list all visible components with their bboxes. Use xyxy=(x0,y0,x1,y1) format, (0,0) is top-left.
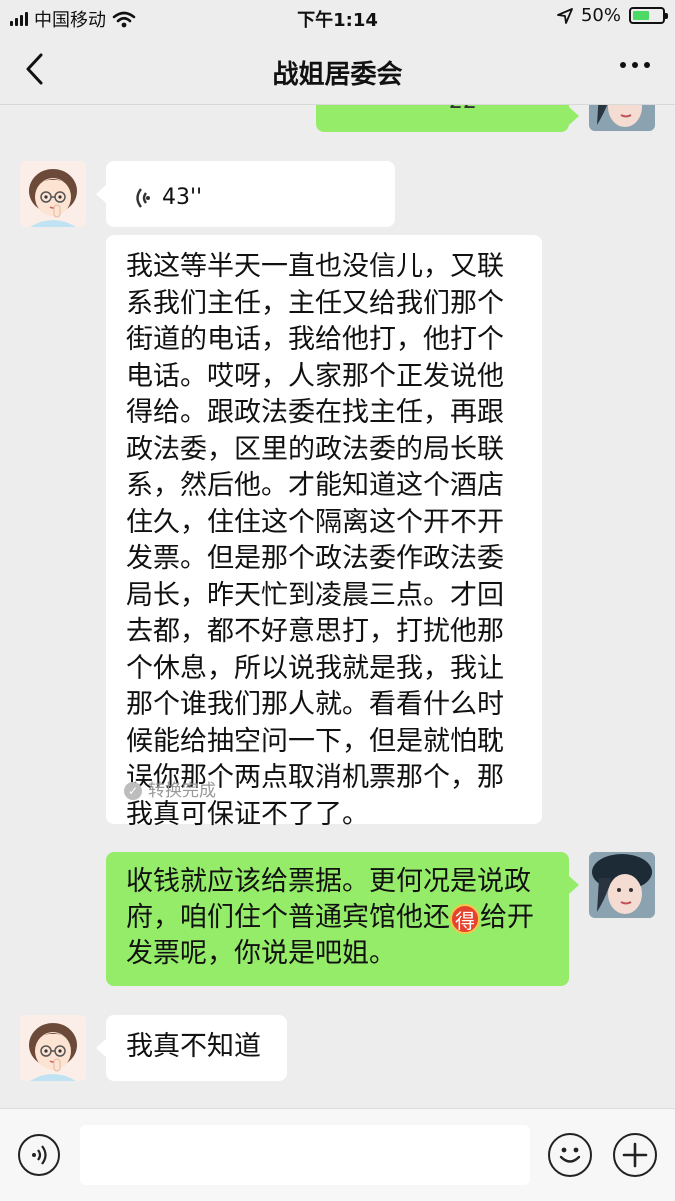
chat-header: 战姐居委会 xyxy=(0,34,675,105)
voice-duration: 22'' xyxy=(449,105,489,121)
transcript-status: ✓ 转换完成 xyxy=(124,772,216,810)
bubble-tail xyxy=(569,876,579,894)
sent-text-bubble[interactable]: 收钱就应该给票据。更何况是说政府，咱们住个普通宾馆他还得给开发票呢，你说是吧姐。 xyxy=(106,852,569,986)
smiley-icon xyxy=(559,1147,581,1163)
message-list: 22'' xyxy=(0,105,675,1108)
received-voice-bubble[interactable]: 43'' xyxy=(106,161,395,227)
sender-avatar[interactable] xyxy=(20,161,86,227)
location-arrow-icon xyxy=(557,7,573,24)
voice-duration: 43'' xyxy=(162,185,203,210)
ellipsis-icon xyxy=(620,62,650,68)
bubble-tail xyxy=(96,185,106,203)
received-message-text: 我真不知道 xyxy=(126,1031,261,1062)
sender-avatar[interactable] xyxy=(20,1015,86,1081)
voice-wave-icon xyxy=(136,188,150,208)
avatar-image xyxy=(20,1015,86,1081)
battery-percent: 50% xyxy=(580,5,621,26)
received-text-bubble[interactable]: 我真不知道 xyxy=(106,1015,287,1081)
more-button[interactable] xyxy=(619,48,651,89)
voice-input-button[interactable] xyxy=(18,1134,60,1176)
avatar-image xyxy=(589,852,655,918)
emoji-button[interactable] xyxy=(548,1133,592,1177)
bubble-tail xyxy=(96,1039,106,1057)
status-bar: 中国移动 下午1:14 50% xyxy=(0,0,675,34)
my-avatar[interactable] xyxy=(589,105,655,131)
plus-icon xyxy=(622,1142,648,1168)
transcript-status-label: 转换完成 xyxy=(148,781,216,801)
check-circle-icon: ✓ xyxy=(124,782,142,800)
status-right: 50% xyxy=(557,5,668,26)
voice-transcript-bubble[interactable]: 我这等半天一直也没信儿，又联系我们主任，主任又给我们那个街道的电话，我给他打，他… xyxy=(106,235,542,830)
avatar-image xyxy=(589,105,655,131)
transcript-text: 我这等半天一直也没信儿，又联系我们主任，主任又给我们那个街道的电话，我给他打，他… xyxy=(126,251,504,830)
de-emoji-icon: 得 xyxy=(450,903,480,934)
battery-icon xyxy=(629,7,668,24)
voice-wave-icon xyxy=(517,105,539,107)
my-avatar[interactable] xyxy=(589,852,655,918)
more-functions-button[interactable] xyxy=(613,1133,657,1177)
voice-wave-icon xyxy=(32,1145,47,1165)
sent-voice-bubble[interactable]: 22'' xyxy=(316,105,569,132)
bubble-tail xyxy=(569,107,579,125)
input-bar xyxy=(0,1108,675,1201)
avatar-image xyxy=(20,161,86,227)
message-input[interactable] xyxy=(80,1125,530,1185)
sent-message-text: 收钱就应该给票据。更何况是说政府，咱们住个普通宾馆他还得给开发票呢，你说是吧姐。 xyxy=(106,852,569,984)
chat-title: 战姐居委会 xyxy=(272,60,403,90)
